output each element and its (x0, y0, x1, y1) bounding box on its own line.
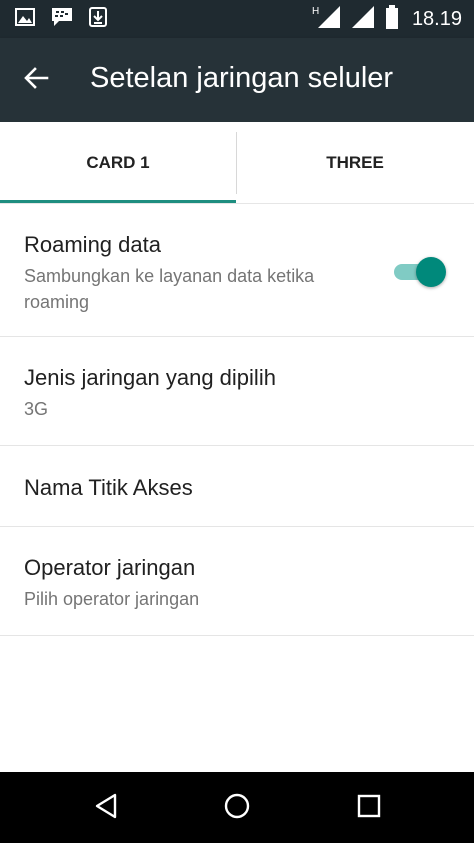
status-bar: H 18.19 (0, 0, 474, 38)
roaming-data-switch[interactable] (392, 256, 446, 287)
status-time: 18.19 (411, 7, 462, 30)
network-type-label: H (312, 6, 319, 17)
signal-icon (350, 4, 376, 35)
signal-icon: H (312, 4, 342, 35)
back-triangle-icon (93, 792, 121, 825)
home-circle-icon (223, 792, 251, 825)
network-operator-preference[interactable]: Operator jaringan Pilih operator jaringa… (0, 527, 474, 635)
app-bar: Setelan jaringan seluler (0, 38, 474, 122)
back-button[interactable] (14, 58, 58, 102)
download-icon (88, 6, 108, 28)
divider (0, 635, 474, 636)
apn-title: Nama Titik Akses (24, 475, 193, 500)
sim-tabs: CARD 1 THREE (0, 122, 474, 204)
network-type-preference[interactable]: Jenis jaringan yang dipilih 3G (0, 337, 474, 445)
tab-three[interactable]: THREE (237, 122, 473, 204)
nav-back-button[interactable] (77, 784, 137, 832)
switch-thumb (416, 257, 446, 287)
nav-recents-button[interactable] (339, 784, 399, 832)
battery-icon (384, 4, 400, 35)
network-operator-title: Operator jaringan (24, 555, 196, 580)
tab-card-1[interactable]: CARD 1 (0, 122, 236, 204)
navigation-bar (0, 772, 474, 843)
network-operator-summary: Pilih operator jaringan (24, 589, 200, 609)
nav-home-button[interactable] (207, 784, 267, 832)
image-icon (14, 6, 36, 28)
roaming-data-title: Roaming data (24, 232, 161, 257)
network-type-summary: 3G (24, 399, 49, 419)
bbm-icon (50, 6, 74, 28)
apn-preference[interactable]: Nama Titik Akses (0, 446, 474, 526)
roaming-data-summary: Sambungkan ke layanan data ketika roamin… (24, 266, 315, 312)
network-type-title: Jenis jaringan yang dipilih (24, 365, 276, 390)
page-title: Setelan jaringan seluler (90, 62, 394, 94)
arrow-back-icon (23, 65, 49, 96)
recents-square-icon (355, 792, 383, 825)
